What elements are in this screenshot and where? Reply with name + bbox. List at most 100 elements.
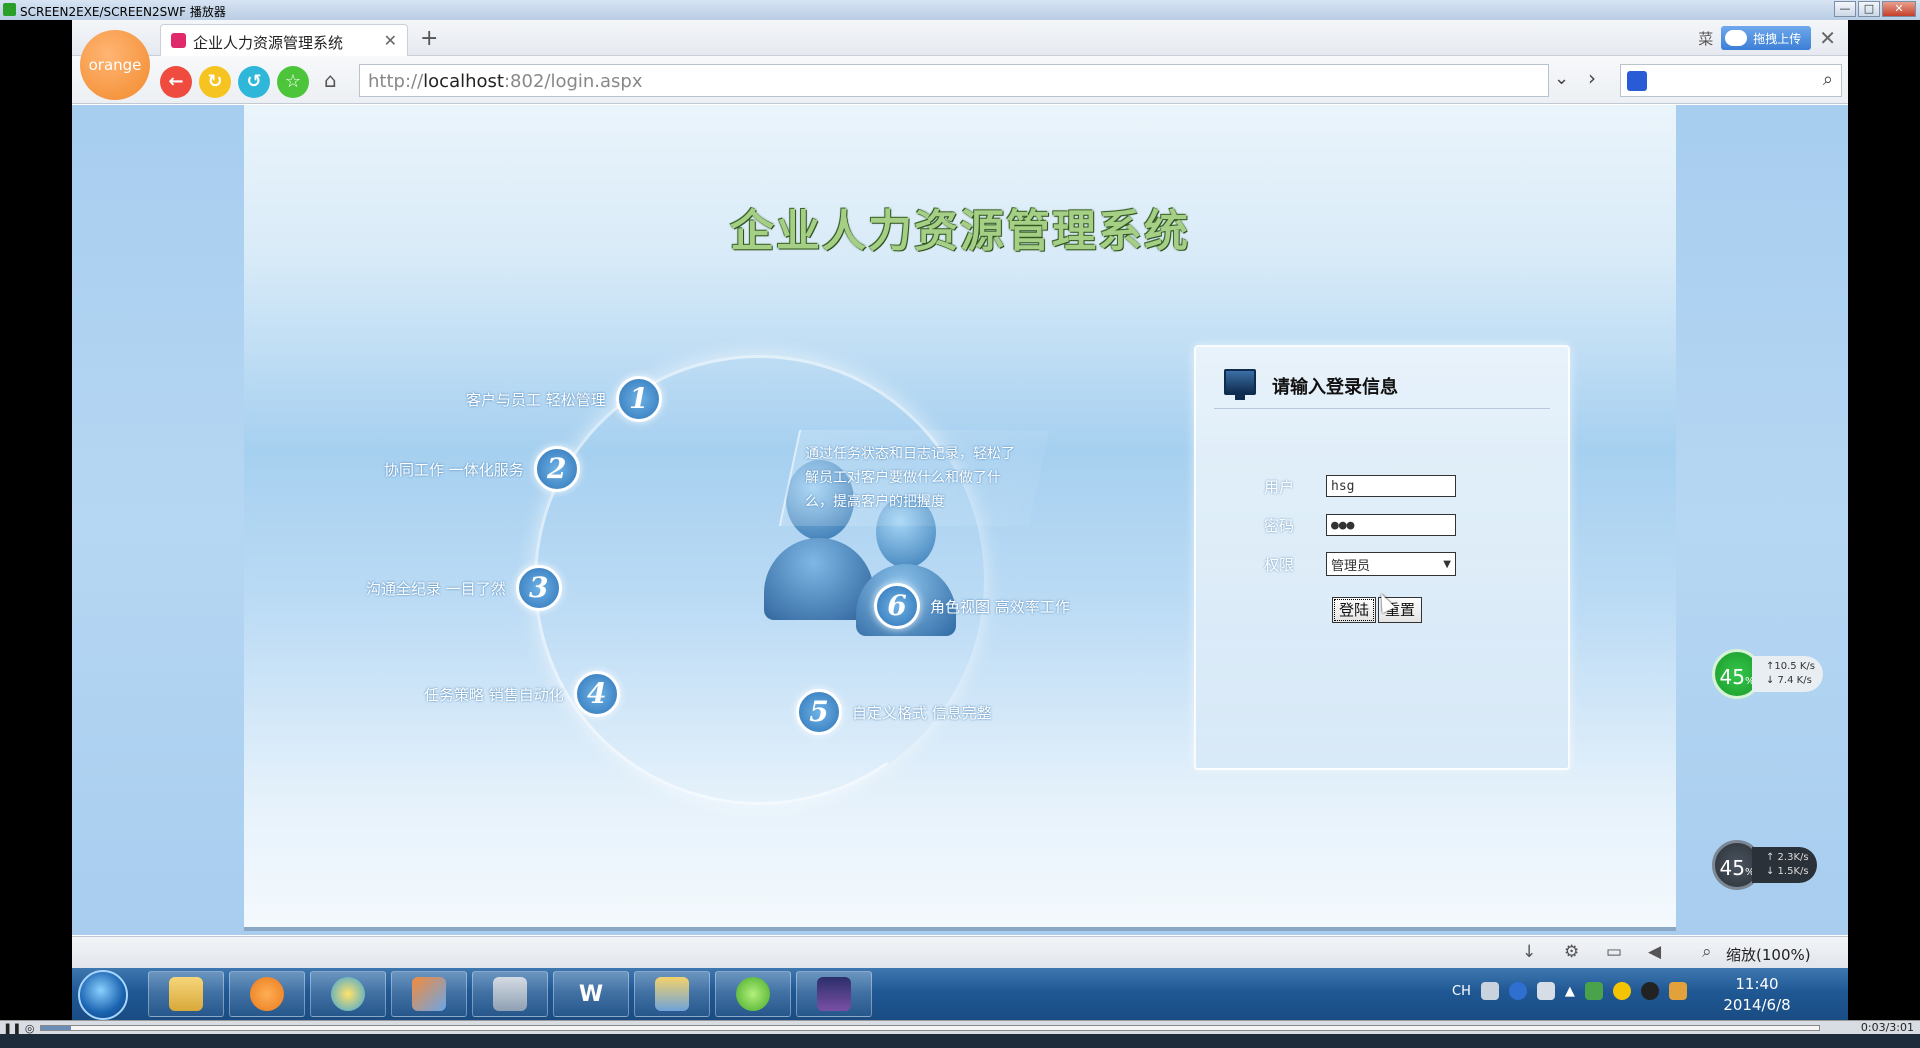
role-select[interactable]: 管理员 ▼ [1326,552,1456,576]
address-prefix: http:// [368,71,424,92]
login-title: 请输入登录信息 [1272,377,1398,398]
upload-rate: ↑10.5 K/s [1766,661,1815,672]
seek-fill [41,1026,72,1030]
search-icon[interactable]: ⌕ [1823,69,1833,90]
taskbar-app-8[interactable] [715,971,791,1017]
tab-login[interactable]: 企业人力资源管理系统 ✕ [160,24,408,56]
player-title-bar: SCREEN2EXE/SCREEN2SWF 播放器 — □ ✕ [0,0,1920,20]
screen-recording-player: SCREEN2EXE/SCREEN2SWF 播放器 — □ ✕ orange 企… [0,0,1920,1048]
taskbar-app-3[interactable] [310,971,386,1017]
username-input[interactable] [1326,475,1456,497]
feature-number: 6 [874,583,920,629]
dropdown-icon[interactable]: ⌄ [1554,68,1569,89]
feature-text: 自定义格式 信息完整 [852,703,992,722]
speed-rates: ↑ 2.3K/s ↓ 1.5K/s [1752,847,1817,883]
browser-tab-bar: orange 企业人力资源管理系统 ✕ + 菜 拖拽上传 ✕ [72,20,1848,100]
feature-6: 6 角色视图 高效率工作 [874,583,1070,629]
system-tray: CH ▲ [1452,982,1687,1000]
feature-number: 1 [615,376,662,422]
chevron-down-icon: ▼ [1443,558,1451,570]
browser-nav-bar: ← ↻ ↺ ☆ ⌂ http://localhost:802/login.asp… [72,56,1848,104]
favorite-icon[interactable]: ☆ [277,66,309,98]
start-button[interactable] [78,970,128,1020]
password-row: 密码 [1264,512,1456,538]
help-icon[interactable] [1508,982,1527,1000]
taskbar-orange-browser[interactable] [229,971,305,1017]
user-row: 用户 [1264,473,1456,499]
go-icon[interactable]: › [1588,66,1596,90]
taskbar-clock[interactable]: 11:40 2014/6/8 [1712,974,1802,1016]
upload-rate: ↑ 2.3K/s [1766,852,1809,863]
upload-label: 拖拽上传 [1753,31,1802,46]
taskbar-app-7[interactable] [634,971,710,1017]
security-icon[interactable] [1584,982,1603,1000]
add-icon[interactable] [1612,982,1631,1000]
undo-icon[interactable]: ↺ [238,66,270,98]
network-speed-widget-dark[interactable]: 45% ↑ 2.3K/s ↓ 1.5K/s [1712,840,1817,890]
login-button[interactable]: 登陆 [1332,597,1377,623]
tools-icon [655,977,689,1011]
zoom-level[interactable]: 缩放(100%) [1726,944,1811,965]
feature-2: 协同工作 一体化服务 2 [384,446,580,492]
home-icon[interactable]: ⌂ [324,68,337,92]
search-input[interactable]: ⌕ [1620,64,1842,97]
tab-close-icon[interactable]: ✕ [384,31,397,50]
address-bar[interactable]: http://localhost:802/login.aspx [359,64,1549,97]
qq-icon[interactable] [1640,982,1659,1000]
zoom-icon[interactable]: ⌕ [1702,942,1712,962]
volume-icon[interactable]: ◀ [1648,942,1661,962]
recorded-screen: orange 企业人力资源管理系统 ✕ + 菜 拖拽上传 ✕ ← ↻ ↺ ☆ ⌂ [72,20,1848,1020]
tab-title: 企业人力资源管理系统 [193,34,344,52]
minimize-button[interactable]: — [1834,1,1856,17]
close-panel-icon[interactable]: ✕ [1819,26,1836,50]
feature-5: 5 自定义格式 信息完整 [796,689,992,735]
browser-status-bar: ↓ ⚙ ▭ ◀ ⌕ 缩放(100%) [72,936,1848,968]
clock-date: 2014/6/8 [1723,996,1791,1014]
taskbar-app-4[interactable] [391,971,467,1017]
tab-favicon-icon [171,33,186,48]
refresh-icon[interactable]: ↻ [199,66,231,98]
taskbar-app-9[interactable] [796,971,872,1017]
tray-expand-icon[interactable]: ▲ [1565,984,1575,999]
taskbar-explorer[interactable] [148,971,224,1017]
menu-button[interactable]: 菜 [1698,28,1713,49]
player-title: SCREEN2EXE/SCREEN2SWF 播放器 [20,5,226,19]
host-taskbar-strip [0,1034,1920,1048]
pills-icon [412,977,446,1011]
speed-rates: ↑10.5 K/s ↓ 7.4 K/s [1752,656,1823,692]
playback-time: 0:03/3:01 [1860,1021,1914,1034]
network-speed-widget[interactable]: 45% ↑10.5 K/s ↓ 7.4 K/s [1712,649,1823,699]
feature-text: 沟通全纪录 一目了然 [366,579,506,598]
keyboard-icon[interactable] [1480,982,1499,1000]
close-button[interactable]: ✕ [1882,1,1916,17]
feature-1: 客户与员工 轻松管理 1 [466,376,662,422]
login-header: 请输入登录信息 [1214,369,1550,409]
new-tab-button[interactable]: + [420,26,438,51]
feature-description: 通过任务状态和日志记录，轻松了解员工对客户要做什么和做了什么，提高客户的把握度 [778,430,1050,526]
network-icon[interactable] [1536,982,1555,1000]
pet-icon[interactable] [1668,982,1687,1000]
upload-button[interactable]: 拖拽上传 [1721,26,1812,50]
globe-icon [331,977,365,1011]
taskbar-app-5[interactable] [472,971,548,1017]
download-rate: ↓ 7.4 K/s [1766,675,1812,686]
gear-icon[interactable]: ⚙ [1564,942,1579,962]
back-icon[interactable]: ← [160,66,192,98]
download-icon[interactable]: ↓ [1522,942,1536,962]
clock-time: 11:40 [1735,975,1779,993]
player-app-icon [3,3,16,16]
window-icon[interactable]: ▭ [1606,942,1622,962]
word-icon: W [578,981,604,1007]
seek-track[interactable] [40,1025,1820,1031]
browser-logo[interactable]: orange [80,30,150,100]
feature-text: 协同工作 一体化服务 [384,460,524,479]
download-rate: ↓ 1.5K/s [1766,866,1809,877]
description-text: 通过任务状态和日志记录，轻松了解员工对客户要做什么和做了什么，提高客户的把握度 [805,446,1015,510]
login-panel: 请输入登录信息 用户 密码 权限 管理员 ▼ [1194,345,1570,770]
taskbar-word[interactable]: W [553,971,629,1017]
language-indicator[interactable]: CH [1452,984,1471,999]
maximize-button[interactable]: □ [1858,1,1880,17]
system-title: 企业人力资源管理系统 [730,206,1190,257]
password-input[interactable] [1326,514,1456,536]
login-banner: 企业人力资源管理系统 客户与员工 轻松管理 1 协同工作 一体化服务 2 沟通全… [244,105,1676,931]
